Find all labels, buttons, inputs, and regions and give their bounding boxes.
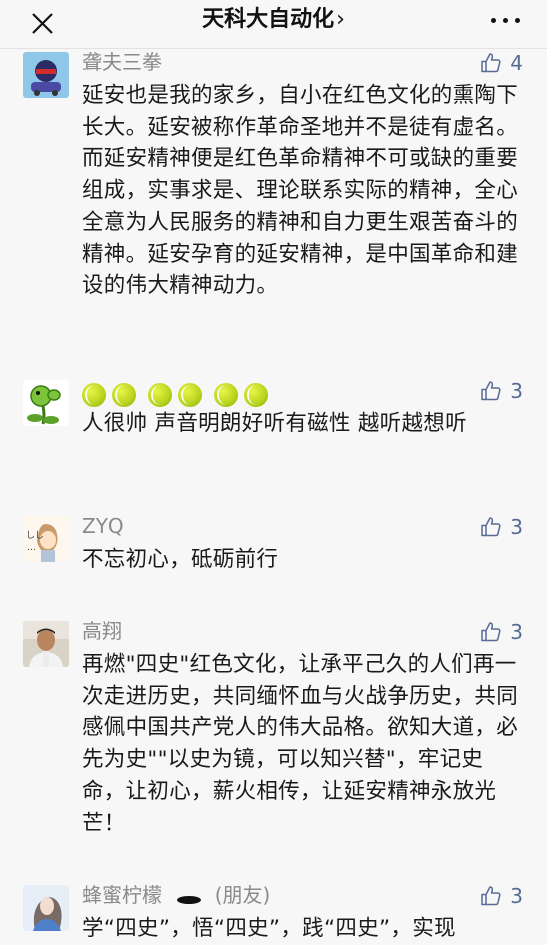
account-name: 天科大自动化 bbox=[202, 7, 335, 32]
svg-text:しし: しし bbox=[26, 530, 44, 541]
thumbs-up-icon bbox=[481, 53, 501, 73]
avatar[interactable] bbox=[23, 885, 69, 931]
like-count: 3 bbox=[510, 884, 523, 908]
thumbs-up-icon bbox=[481, 622, 501, 642]
avatar[interactable]: しし … bbox=[23, 516, 69, 562]
like-button[interactable]: 3 bbox=[480, 513, 523, 541]
more-icon[interactable] bbox=[491, 16, 521, 30]
friend-tag: (朋友) bbox=[214, 883, 271, 907]
page-title[interactable]: 天科大自动化› bbox=[0, 4, 547, 36]
comment-nickname[interactable] bbox=[82, 379, 268, 407]
thumbs-up-icon bbox=[481, 381, 501, 401]
comment-content: 延安也是我的家乡，自小在红色文化的熏陶下长大。延安被称作革命圣地并不是徒有虚名。… bbox=[82, 83, 519, 299]
like-count: 3 bbox=[510, 515, 523, 539]
like-count: 4 bbox=[510, 51, 523, 75]
comment-content: 人很帅 声音明朗好听有磁性 越听越想听 bbox=[82, 411, 467, 436]
chat-icon bbox=[176, 883, 202, 911]
comment-nickname[interactable]: 高翔 bbox=[82, 617, 122, 645]
comment-content: 不忘初心，砥砺前行 bbox=[82, 547, 279, 572]
comment-nickname[interactable]: 蜂蜜柠檬 (朋友) bbox=[82, 881, 270, 911]
svg-text:…: … bbox=[27, 543, 36, 553]
like-button[interactable]: 3 bbox=[480, 882, 523, 910]
avatar[interactable] bbox=[23, 621, 69, 667]
avatar[interactable] bbox=[23, 52, 69, 98]
like-count: 3 bbox=[510, 620, 523, 644]
comment-content: 学“四史”，悟“四史”，践“四史”，实现 bbox=[82, 916, 456, 941]
tennis-ball-icon bbox=[82, 382, 268, 407]
nickname-text: 蜂蜜柠檬 bbox=[82, 883, 162, 907]
like-button[interactable]: 3 bbox=[480, 618, 523, 646]
comment-content: 再燃"四史"红色文化，让承平己久的人们再一次走进历史，共同缅怀血与火战争历史，共… bbox=[82, 652, 519, 836]
thumbs-up-icon bbox=[481, 886, 501, 906]
top-bar: 天科大自动化› bbox=[0, 0, 547, 49]
chevron-right-icon: › bbox=[336, 7, 345, 32]
like-button[interactable]: 4 bbox=[480, 49, 523, 77]
like-count: 3 bbox=[510, 379, 523, 403]
avatar[interactable] bbox=[23, 380, 69, 426]
like-button[interactable]: 3 bbox=[480, 377, 523, 405]
thumbs-up-icon bbox=[481, 517, 501, 537]
comment-nickname[interactable]: ZYQ bbox=[82, 512, 124, 540]
comment-nickname[interactable]: 聋夫三拳 bbox=[82, 48, 162, 76]
